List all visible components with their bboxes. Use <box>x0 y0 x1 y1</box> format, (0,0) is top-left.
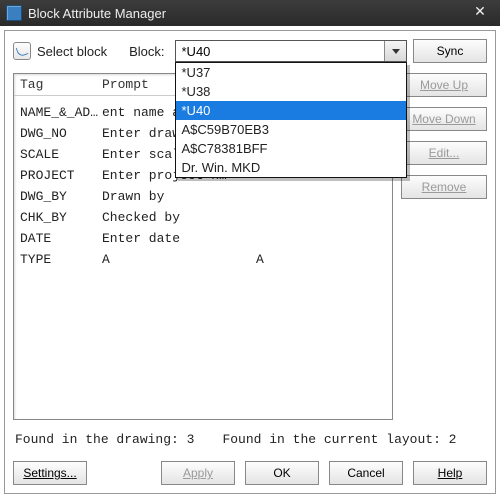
status-row: Found in the drawing: 3 Found in the cur… <box>13 428 487 451</box>
cancel-button[interactable]: Cancel <box>329 461 403 485</box>
settings-button[interactable]: Settings... <box>13 461 87 485</box>
sync-button[interactable]: Sync <box>413 39 487 63</box>
status-in-layout: Found in the current layout: 2 <box>222 432 456 447</box>
block-combo-wrap: *U37*U38*U40A$C59B70EB3A$C78381BFFDr. Wi… <box>175 40 408 62</box>
cell-default <box>256 231 386 246</box>
table-row[interactable]: DWG_BY Drawn by <box>14 186 392 207</box>
cell-tag: DWG_NO <box>20 126 98 141</box>
titlebar: Block Attribute Manager ✕ <box>0 0 500 26</box>
app-icon <box>6 5 22 21</box>
table-row[interactable]: DATE Enter date <box>14 228 392 249</box>
dropdown-item[interactable]: *U40 <box>176 101 407 120</box>
block-combo-input[interactable] <box>176 41 385 61</box>
move-up-button[interactable]: Move Up <box>401 73 487 97</box>
table-row[interactable]: TYPE AA <box>14 249 392 270</box>
cell-prompt: Enter date <box>102 231 252 246</box>
dialog-body: Select block Block: *U37*U38*U40A$C59B70… <box>4 30 496 494</box>
bottom-bar: Settings... Apply OK Cancel Help <box>13 461 487 485</box>
dropdown-item[interactable]: *U37 <box>176 63 407 82</box>
close-button[interactable]: ✕ <box>466 3 494 23</box>
edit-button[interactable]: Edit... <box>401 141 487 165</box>
cell-default <box>256 189 386 204</box>
cell-prompt: Drawn by <box>102 189 252 204</box>
status-in-drawing: Found in the drawing: 3 <box>15 432 194 447</box>
block-combo-button[interactable] <box>384 41 406 61</box>
chevron-down-icon <box>392 49 400 54</box>
block-dropdown[interactable]: *U37*U38*U40A$C59B70EB3A$C78381BFFDr. Wi… <box>175 62 408 178</box>
dropdown-item[interactable]: A$C78381BFF <box>176 139 407 158</box>
col-header-tag[interactable]: Tag <box>20 77 98 92</box>
dropdown-item[interactable]: *U38 <box>176 82 407 101</box>
cell-tag: CHK_BY <box>20 210 98 225</box>
table-row[interactable]: CHK_BY Checked by <box>14 207 392 228</box>
dropdown-item[interactable]: A$C59B70EB3 <box>176 120 407 139</box>
remove-button[interactable]: Remove <box>401 175 487 199</box>
block-label: Block: <box>129 44 164 59</box>
move-down-button[interactable]: Move Down <box>401 107 487 131</box>
cell-tag: TYPE <box>20 252 98 267</box>
cell-tag: PROJECT <box>20 168 98 183</box>
cell-tag: SCALE <box>20 147 98 162</box>
window-title: Block Attribute Manager <box>28 6 466 21</box>
block-combo[interactable] <box>175 40 408 62</box>
cell-default: A <box>256 252 386 267</box>
side-buttons: Move Up Move Down Edit... Remove <box>401 73 487 420</box>
cell-prompt: Checked by <box>102 210 252 225</box>
ok-button[interactable]: OK <box>245 461 319 485</box>
help-button[interactable]: Help <box>413 461 487 485</box>
select-block-icon[interactable] <box>13 42 31 60</box>
dropdown-item[interactable]: Dr. Win. MKD <box>176 158 407 177</box>
apply-button[interactable]: Apply <box>161 461 235 485</box>
cell-tag: DATE <box>20 231 98 246</box>
cell-tag: NAME_&_AD… <box>20 105 98 120</box>
cell-prompt: A <box>102 252 252 267</box>
select-block-label: Select block <box>37 44 107 59</box>
top-row: Select block Block: *U37*U38*U40A$C59B70… <box>13 39 487 63</box>
cell-default <box>256 210 386 225</box>
cell-tag: DWG_BY <box>20 189 98 204</box>
